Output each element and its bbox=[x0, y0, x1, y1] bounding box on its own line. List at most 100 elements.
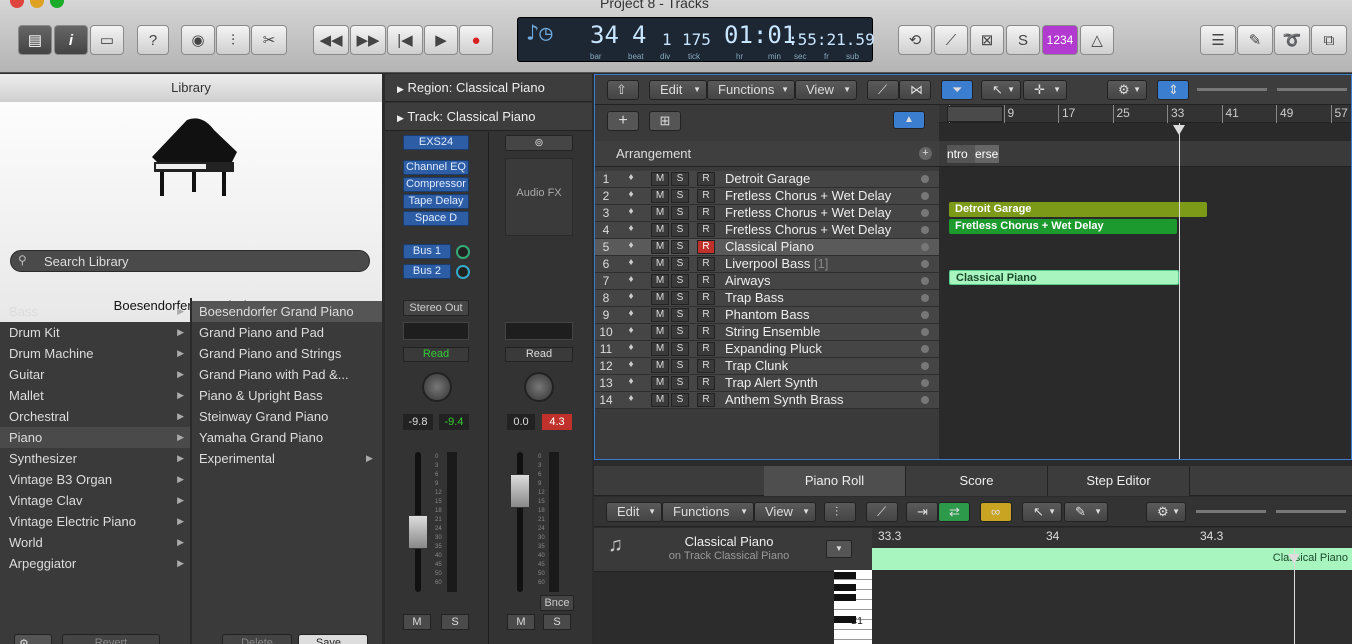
pr-link-button[interactable]: ∞ bbox=[980, 502, 1012, 522]
cycle-button[interactable]: ⟲ bbox=[898, 25, 932, 55]
audio-fx-slot[interactable]: Audio FX bbox=[505, 158, 573, 236]
track-header-row[interactable]: 5 ♦ M S R Classical Piano bbox=[595, 239, 939, 256]
library-category-item[interactable]: Mallet ▶ bbox=[0, 385, 190, 406]
library-category-item[interactable]: Vintage Clav ▶ bbox=[0, 490, 190, 511]
pr-region-menu-button[interactable]: ▼ bbox=[826, 540, 852, 558]
library-category-item[interactable]: Bass ▶ bbox=[0, 301, 190, 322]
metronome-button[interactable]: △ bbox=[1080, 25, 1114, 55]
catch-playhead-button[interactable]: ⏷ bbox=[941, 80, 973, 100]
mixer-button[interactable]: ⫶ bbox=[216, 25, 250, 55]
region-classical-piano[interactable]: Classical Piano bbox=[949, 270, 1179, 285]
save-button[interactable]: Save... bbox=[298, 634, 368, 644]
track-mute-button[interactable]: M bbox=[651, 172, 669, 186]
piano-black-key[interactable] bbox=[834, 594, 856, 601]
track-solo-button[interactable]: S bbox=[671, 359, 689, 373]
editors-button[interactable]: ✂ bbox=[251, 25, 287, 55]
tab-score[interactable]: Score bbox=[906, 466, 1048, 496]
track-solo-button[interactable]: S bbox=[671, 291, 689, 305]
piano-keyboard[interactable] bbox=[834, 570, 872, 644]
instrument-slot[interactable]: EXS24 bbox=[403, 135, 469, 150]
track-header-row[interactable]: 7 ♦ M S R Airways bbox=[595, 273, 939, 290]
track-header-row[interactable]: 4 ♦ M S R Fretless Chorus + Wet Delay bbox=[595, 222, 939, 239]
pr-pointer-tool[interactable]: ↖ ▼ bbox=[1022, 502, 1062, 522]
track-record-button[interactable]: R bbox=[697, 291, 715, 305]
automation-mode-button-2[interactable]: Read bbox=[505, 347, 573, 362]
close-window-button[interactable] bbox=[10, 0, 24, 8]
pointer-tool-menu[interactable]: ↖ ▼ bbox=[981, 80, 1021, 100]
library-action-button[interactable]: ⚙ bbox=[14, 634, 52, 644]
volume-fader-handle[interactable] bbox=[408, 515, 428, 549]
functions-menu[interactable]: Functions ▼ bbox=[707, 80, 795, 100]
count-in-button[interactable]: 1234 bbox=[1042, 25, 1078, 55]
track-solo-button[interactable]: S bbox=[671, 223, 689, 237]
track-record-button[interactable]: R bbox=[697, 257, 715, 271]
bounce-button[interactable]: Bnce bbox=[540, 595, 574, 611]
tab-piano-roll[interactable]: Piano Roll bbox=[764, 466, 906, 496]
track-record-button[interactable]: R bbox=[697, 325, 715, 339]
loop-browser-button[interactable]: ➰ bbox=[1274, 25, 1310, 55]
vertical-zoom-slider[interactable] bbox=[1197, 88, 1267, 91]
library-patch-item[interactable]: Piano & Upright Bass bbox=[192, 385, 382, 406]
solo-button-2[interactable]: S bbox=[543, 614, 571, 630]
library-patch-item[interactable]: Steinway Grand Piano bbox=[192, 406, 382, 427]
library-category-item[interactable]: Drum Kit ▶ bbox=[0, 322, 190, 343]
send-knob-1[interactable] bbox=[456, 245, 470, 259]
solo-button[interactable]: S bbox=[441, 614, 469, 630]
lcd-display[interactable]: ♪◷ 34 4 1 175 01:01 :55:21.59 bar beat d… bbox=[517, 17, 875, 62]
minimize-window-button[interactable] bbox=[30, 0, 44, 8]
track-volume-dot[interactable] bbox=[921, 328, 929, 336]
track-solo-button[interactable]: S bbox=[671, 274, 689, 288]
toolbar-toggle-button[interactable]: ▭ bbox=[90, 25, 124, 55]
track-mute-button[interactable]: M bbox=[651, 359, 669, 373]
track-solo-button[interactable]: S bbox=[671, 393, 689, 407]
snap-settings-menu[interactable]: ⚙ ▼ bbox=[1107, 80, 1147, 100]
pan-knob[interactable] bbox=[422, 372, 452, 402]
track-volume-dot[interactable] bbox=[921, 209, 929, 217]
pr-pencil-tool[interactable]: ✎ ▼ bbox=[1064, 502, 1108, 522]
tuner-button[interactable]: ⟋ bbox=[934, 25, 968, 55]
arrangement-marker-intro[interactable]: ntro bbox=[947, 145, 975, 163]
library-patch-item[interactable]: Grand Piano with Pad &... bbox=[192, 364, 382, 385]
track-record-button[interactable]: R bbox=[697, 308, 715, 322]
track-record-button[interactable]: R bbox=[697, 189, 715, 203]
play-button[interactable]: ▶ bbox=[424, 25, 458, 55]
track-volume-dot[interactable] bbox=[921, 345, 929, 353]
pr-edit-menu[interactable]: Edit ▼ bbox=[606, 502, 662, 522]
track-header-row[interactable]: 3 ♦ M S R Fretless Chorus + Wet Delay bbox=[595, 205, 939, 222]
track-record-button[interactable]: R bbox=[697, 342, 715, 356]
volume-fader-handle-2[interactable] bbox=[510, 474, 530, 508]
piano-black-key[interactable] bbox=[834, 584, 856, 591]
track-solo-button[interactable]: S bbox=[671, 257, 689, 271]
track-volume-dot[interactable] bbox=[921, 396, 929, 404]
track-header-row[interactable]: 2 ♦ M S R Fretless Chorus + Wet Delay bbox=[595, 188, 939, 205]
track-record-button[interactable]: R bbox=[697, 206, 715, 220]
track-mute-button[interactable]: M bbox=[651, 240, 669, 254]
edit-menu[interactable]: Edit ▼ bbox=[649, 80, 707, 100]
automation-button[interactable]: ⟋ bbox=[867, 80, 899, 100]
track-record-button[interactable]: R bbox=[697, 274, 715, 288]
zoom-window-button[interactable] bbox=[50, 0, 64, 8]
pr-ruler[interactable] bbox=[872, 528, 1352, 548]
track-mute-button[interactable]: M bbox=[651, 257, 669, 271]
volume-value[interactable]: -9.8 bbox=[403, 414, 433, 430]
send-knob-2[interactable] bbox=[456, 265, 470, 279]
piano-white-key[interactable] bbox=[834, 600, 872, 610]
pr-note-grid[interactable] bbox=[872, 570, 1352, 644]
view-menu[interactable]: View ▼ bbox=[795, 80, 857, 100]
library-category-item[interactable]: World ▶ bbox=[0, 532, 190, 553]
library-category-item[interactable]: Drum Machine ▶ bbox=[0, 343, 190, 364]
fx-slot-compressor[interactable]: Compressor bbox=[403, 177, 469, 192]
track-volume-dot[interactable] bbox=[921, 243, 929, 251]
group-slot[interactable] bbox=[403, 322, 469, 340]
track-header-row[interactable]: 8 ♦ M S R Trap Bass bbox=[595, 290, 939, 307]
pr-midi-in-button[interactable]: ⇥ bbox=[906, 502, 938, 522]
fx-slot-space-d[interactable]: Space D bbox=[403, 211, 469, 226]
track-mute-button[interactable]: M bbox=[651, 325, 669, 339]
vertical-zoom-button[interactable]: ⇕ bbox=[1157, 80, 1189, 100]
playhead-handle-icon[interactable] bbox=[1173, 125, 1185, 135]
track-solo-button[interactable]: S bbox=[671, 308, 689, 322]
smart-controls-button[interactable]: ◉ bbox=[181, 25, 215, 55]
track-mute-button[interactable]: M bbox=[651, 308, 669, 322]
track-mute-button[interactable]: M bbox=[651, 291, 669, 305]
arrangement-marker-verse[interactable]: erse bbox=[975, 145, 999, 163]
